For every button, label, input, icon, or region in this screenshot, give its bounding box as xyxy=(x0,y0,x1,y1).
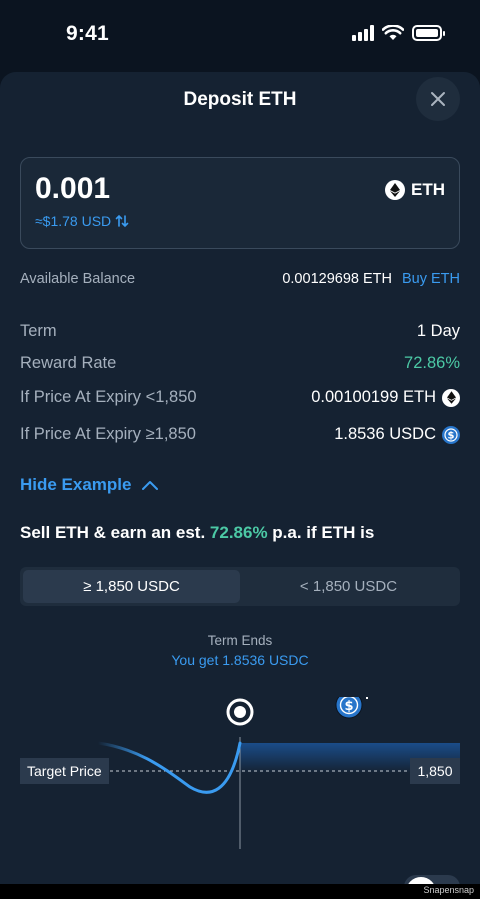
hide-example-label: Hide Example xyxy=(20,475,132,494)
available-balance-value: 0.00129698 ETH xyxy=(282,271,392,287)
amount-value: 0.001 xyxy=(35,172,111,205)
target-price-value: 1,850 xyxy=(410,758,460,784)
below-target-value: 0.00100199 ETH xyxy=(311,388,436,406)
deposit-sheet: Deposit ETH 0.001 ≈$1.78 USD ETH Availab… xyxy=(0,72,480,884)
headline-prefix: Sell ETH & earn an est. xyxy=(20,523,210,542)
reward-rate-value: 72.86% xyxy=(404,354,460,372)
expiry-price-marker xyxy=(226,698,254,726)
above-target-value: 1.8536 USDC xyxy=(334,425,436,443)
price-path xyxy=(96,741,242,794)
toggle-switch[interactable] xyxy=(404,875,460,884)
eth-icon xyxy=(385,180,405,200)
usdc-icon: $ xyxy=(442,425,460,444)
term-row: Term 1 Day xyxy=(20,322,460,341)
reward-rate-label: Reward Rate xyxy=(20,354,117,372)
asset-selector[interactable]: ETH xyxy=(385,180,445,200)
sheet-title: Deposit ETH xyxy=(183,89,297,110)
chevron-up-icon xyxy=(141,481,158,490)
term-label: Term xyxy=(20,322,57,340)
eth-icon xyxy=(442,388,460,407)
status-icons xyxy=(352,25,445,41)
below-target-value-group: 0.00100199 ETH xyxy=(311,388,460,407)
reward-rate-row: Reward Rate 72.86% xyxy=(20,354,460,373)
segment-above-target[interactable]: ≥ 1,850 USDC xyxy=(23,570,240,603)
status-time: 9:41 xyxy=(66,22,109,45)
wifi-icon xyxy=(382,25,404,40)
svg-text:$: $ xyxy=(344,699,353,714)
buy-eth-link[interactable]: Buy ETH xyxy=(402,271,460,287)
battery-icon xyxy=(412,25,445,41)
term-ends-label: Term Ends xyxy=(207,633,273,648)
below-target-row: If Price At Expiry <1,850 0.00100199 ETH xyxy=(20,388,460,407)
footer-bar: Snapensnap xyxy=(0,884,480,899)
cellular-signal-icon xyxy=(352,25,374,41)
price-scenario-segmented-control: ≥ 1,850 USDC < 1,850 USDC xyxy=(20,567,460,606)
asset-symbol: ETH xyxy=(411,180,445,199)
close-icon xyxy=(431,92,445,106)
toggle-knob xyxy=(406,877,436,884)
target-price-label: Target Price xyxy=(20,758,109,784)
segment-below-target[interactable]: < 1,850 USDC xyxy=(240,570,457,603)
above-target-row: If Price At Expiry ≥1,850 1.8536 USDC $ xyxy=(20,425,460,444)
available-balance-label: Available Balance xyxy=(20,271,136,287)
term-value: 1 Day xyxy=(416,322,460,340)
usd-equivalent-text: ≈$1.78 USD xyxy=(35,213,112,229)
available-balance-row: Available Balance 0.00129698 ETH Buy ETH xyxy=(20,271,460,287)
headline-suffix: p.a. if ETH is xyxy=(267,523,375,542)
watermark: Snapensnap xyxy=(423,885,474,895)
below-target-label: If Price At Expiry <1,850 xyxy=(20,388,197,406)
usdc-reward-icon: $ xyxy=(335,697,368,719)
usd-equivalent[interactable]: ≈$1.78 USD xyxy=(35,213,129,229)
swap-arrows-icon xyxy=(115,214,129,228)
amount-input[interactable]: 0.001 ≈$1.78 USD ETH xyxy=(20,157,460,249)
hide-example-toggle[interactable]: Hide Example xyxy=(20,475,158,495)
above-target-label: If Price At Expiry ≥1,850 xyxy=(20,425,196,443)
svg-text:$: $ xyxy=(448,430,455,441)
outcome-result: You get 1.8536 USDC xyxy=(171,652,309,668)
example-headline: Sell ETH & earn an est. 72.86% p.a. if E… xyxy=(20,523,374,543)
above-target-value-group: 1.8536 USDC $ xyxy=(334,425,460,444)
close-button[interactable] xyxy=(416,77,460,121)
status-bar: 9:41 xyxy=(0,0,480,72)
headline-rate: 72.86% xyxy=(209,523,268,542)
